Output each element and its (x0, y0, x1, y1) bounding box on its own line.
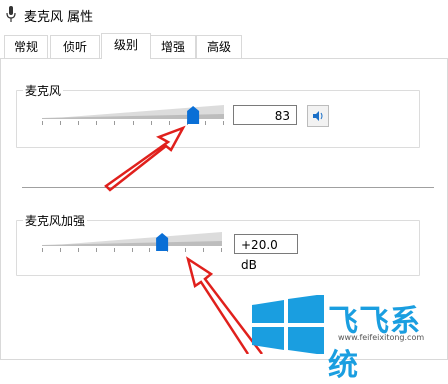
boost-label: 麦克风加强 (23, 212, 88, 229)
window-title: 麦克风 属性 (24, 10, 94, 25)
section-divider (22, 187, 434, 188)
tab-enhancements[interactable]: 增强 (150, 35, 196, 58)
tab-levels[interactable]: 级别 (101, 33, 151, 59)
tab-bar: 常规 侦听 级别 增强 高级 (0, 33, 448, 59)
microphone-icon (6, 6, 16, 22)
microphone-level-input[interactable]: 83 (233, 105, 297, 125)
watermark-url: www.feifeixitong.com (338, 333, 425, 342)
speaker-icon (313, 111, 323, 121)
boost-level-slider[interactable] (42, 229, 222, 255)
microphone-label: 麦克风 (23, 82, 64, 99)
tab-advanced[interactable]: 高级 (196, 35, 242, 58)
boost-level-input[interactable]: +20.0 dB (234, 234, 298, 272)
boost-slider-thumb[interactable] (156, 233, 169, 251)
microphone-level-slider[interactable] (42, 102, 224, 128)
title-bar: 麦克风 属性 (0, 0, 448, 30)
mute-button[interactable] (307, 105, 329, 127)
tab-general[interactable]: 常规 (4, 35, 48, 58)
tab-listen[interactable]: 侦听 (50, 35, 100, 58)
